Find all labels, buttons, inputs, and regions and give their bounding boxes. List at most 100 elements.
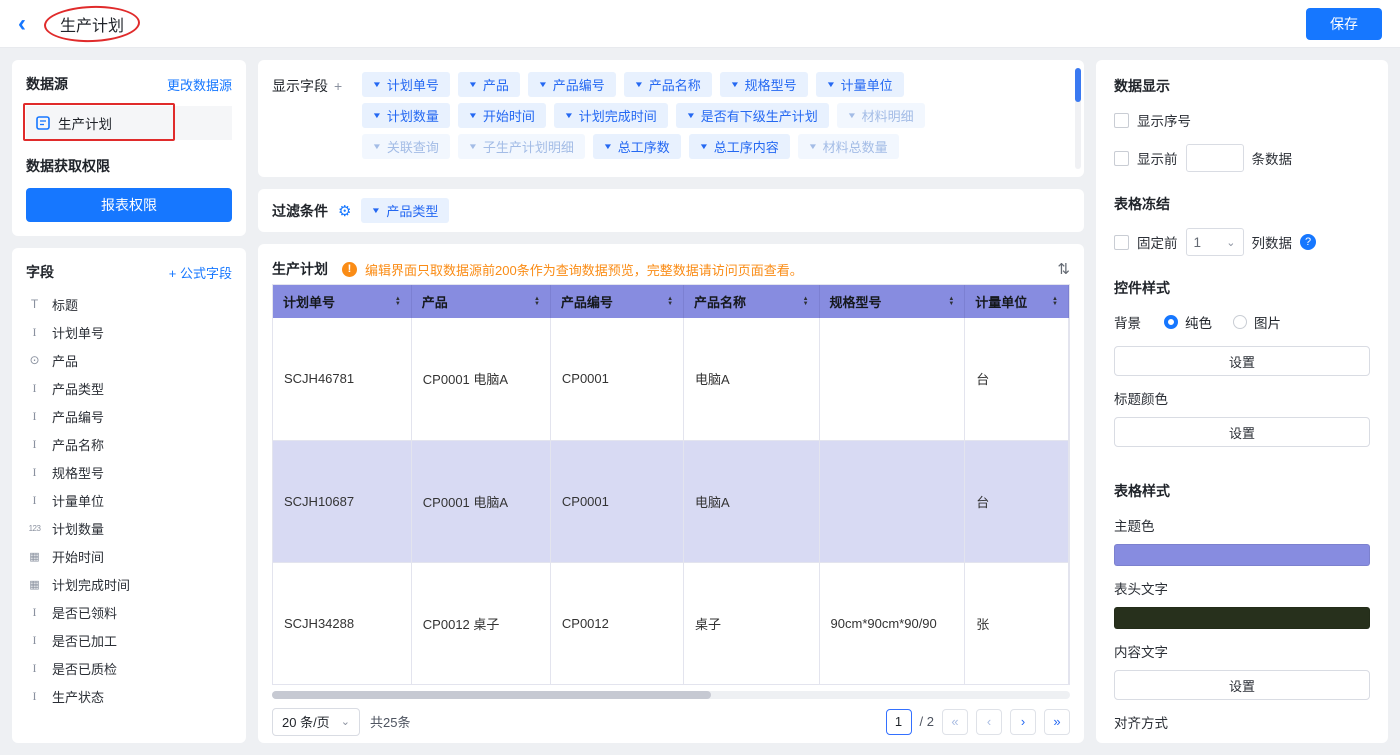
field-item[interactable]: I 产品类型 <box>26 374 232 402</box>
solid-color-radio[interactable] <box>1164 315 1178 329</box>
text-field-icon: I <box>26 381 43 396</box>
row-count-input[interactable] <box>1186 144 1244 172</box>
sort-caret-icon[interactable]: ▲▼ <box>948 297 954 307</box>
display-field-chip[interactable]: ▼材料明细 <box>837 103 925 128</box>
column-header[interactable]: 计划单号 ▲▼ <box>273 285 411 318</box>
display-field-chip[interactable]: ▼计划单号 <box>362 72 450 97</box>
help-icon[interactable]: ? <box>1300 234 1316 250</box>
column-header[interactable]: 产品名称▲▼ <box>684 285 820 318</box>
image-radio[interactable] <box>1233 315 1247 329</box>
last-page-button[interactable]: » <box>1044 709 1070 735</box>
save-button[interactable]: 保存 <box>1306 8 1382 40</box>
datasource-item[interactable]: 生产计划 <box>26 106 232 140</box>
field-item[interactable]: I是否已质检 <box>26 654 232 682</box>
field-item-label: 产品类型 <box>52 379 104 398</box>
header-text-color-swatch[interactable] <box>1114 607 1370 629</box>
page-size-select[interactable]: 20 条/页 ⌄ <box>272 708 360 736</box>
sort-caret-icon[interactable]: ▲▼ <box>395 297 401 307</box>
field-item-label: 产品编号 <box>52 407 104 426</box>
prev-page-button[interactable]: ‹ <box>976 709 1002 735</box>
display-field-chip[interactable]: ▼子生产计划明细 <box>458 134 585 159</box>
table-row[interactable]: SCJH46781CP0001 电脑ACP0001电脑A台 <box>273 318 1069 440</box>
field-item[interactable]: I生产状态 <box>26 682 232 710</box>
field-item[interactable]: 123计划数量 <box>26 514 232 542</box>
field-item[interactable]: ▦计划完成时间 <box>26 570 232 598</box>
field-item[interactable]: ⊙产品 <box>26 346 232 374</box>
table-cell: CP0012 桌子 <box>411 562 550 684</box>
field-item-label: 规格型号 <box>52 463 104 482</box>
chevron-down-icon: ▼ <box>538 80 548 89</box>
chevron-down-icon: ▼ <box>371 206 381 215</box>
display-field-chip[interactable]: ▼规格型号 <box>720 72 808 97</box>
table-row[interactable]: SCJH10687CP0001 电脑ACP0001电脑A台 <box>273 440 1069 562</box>
sort-caret-icon[interactable]: ▲▼ <box>1052 297 1058 307</box>
text-field-icon: I <box>26 605 43 620</box>
display-field-chip[interactable]: ▼产品类型 <box>361 198 449 223</box>
column-label: 计划单号 <box>283 292 335 311</box>
next-page-button[interactable]: › <box>1010 709 1036 735</box>
sort-caret-icon[interactable]: ▲▼ <box>667 297 673 307</box>
display-field-chip[interactable]: ▼计划数量 <box>362 103 450 128</box>
display-field-chip[interactable]: ▼是否有下级生产计划 <box>676 103 829 128</box>
filter-panel: 过滤条件 ⚙ ▼产品类型 <box>258 189 1084 232</box>
column-header[interactable]: 规格型号▲▼ <box>819 285 965 318</box>
add-display-field-button[interactable]: + <box>334 78 342 94</box>
table-row[interactable]: SCJH34288CP0012 桌子CP0012桌子90cm*90cm*90/9… <box>273 562 1069 684</box>
column-header[interactable]: 计量单位▲▼ <box>965 285 1069 318</box>
freeze-checkbox[interactable] <box>1114 235 1129 250</box>
display-field-chip[interactable]: ▼计划完成时间 <box>554 103 668 128</box>
field-item-label: 是否已加工 <box>52 631 117 650</box>
chevron-down-icon: ▼ <box>372 80 382 89</box>
field-item[interactable]: ▦开始时间 <box>26 542 232 570</box>
column-header[interactable]: 产品▲▼ <box>411 285 550 318</box>
display-field-chip[interactable]: ▼材料总数量 <box>798 134 899 159</box>
background-set-button[interactable]: 设置 <box>1114 346 1370 376</box>
first-page-button[interactable]: « <box>942 709 968 735</box>
change-datasource-link[interactable]: 更改数据源 <box>167 75 232 94</box>
field-item[interactable]: T标题 <box>26 290 232 318</box>
chip-row: ▼计划数量 ▼开始时间 ▼计划完成时间 ▼是否有下级生产计划 ▼材料明细 <box>362 103 1060 128</box>
field-item[interactable]: I产品名称 <box>26 430 232 458</box>
total-count: 共25条 <box>370 712 410 731</box>
fields-header: 字段 + 公式字段 <box>26 262 232 282</box>
freeze-count-select[interactable]: 1 ⌄ <box>1186 228 1244 256</box>
column-header[interactable]: 产品编号▲▼ <box>550 285 683 318</box>
horizontal-scrollbar-thumb[interactable] <box>272 691 711 699</box>
field-item-label: 产品名称 <box>52 435 104 454</box>
field-item[interactable]: I规格型号 <box>26 458 232 486</box>
chips-scrollbar-thumb[interactable] <box>1075 68 1081 102</box>
field-item[interactable]: I是否已领料 <box>26 598 232 626</box>
display-field-chip[interactable]: ▼产品 <box>458 72 520 97</box>
field-item[interactable]: I计划单号 <box>26 318 232 346</box>
column-header-inner: 产品名称▲▼ <box>694 292 809 311</box>
display-field-chip[interactable]: ▼产品名称 <box>624 72 712 97</box>
field-item[interactable]: I是否已加工 <box>26 626 232 654</box>
current-page[interactable]: 1 <box>886 709 912 735</box>
chips-scrollbar[interactable] <box>1075 68 1081 169</box>
display-field-chip[interactable]: ▼总工序数 <box>593 134 681 159</box>
field-item[interactable]: I计量单位 <box>26 486 232 514</box>
sort-caret-icon[interactable]: ▲▼ <box>534 297 540 307</box>
display-field-chip[interactable]: ▼产品编号 <box>528 72 616 97</box>
sort-order-icon[interactable]: ⇅ <box>1057 260 1070 278</box>
horizontal-scrollbar[interactable] <box>272 691 1070 699</box>
display-field-chip[interactable]: ▼计量单位 <box>816 72 904 97</box>
formula-field-link[interactable]: + 公式字段 <box>169 263 232 282</box>
chip-label: 材料明细 <box>862 106 914 125</box>
display-field-chip[interactable]: ▼开始时间 <box>458 103 546 128</box>
display-field-chip[interactable]: ▼总工序内容 <box>689 134 790 159</box>
content-text-set-button[interactable]: 设置 <box>1114 670 1370 700</box>
table-cell: 90cm*90cm*90/90 <box>819 562 965 684</box>
gear-icon[interactable]: ⚙ <box>338 202 351 220</box>
datasource-header: 数据源 更改数据源 <box>26 74 232 94</box>
show-first-checkbox[interactable] <box>1114 151 1129 166</box>
report-permission-button[interactable]: 报表权限 <box>26 188 232 222</box>
sort-caret-icon[interactable]: ▲▼ <box>803 297 809 307</box>
title-color-set-button[interactable]: 设置 <box>1114 417 1370 447</box>
show-index-checkbox[interactable] <box>1114 113 1129 128</box>
back-icon[interactable]: ‹ <box>18 12 26 36</box>
chip-label: 材料总数量 <box>823 137 888 156</box>
field-item[interactable]: I产品编号 <box>26 402 232 430</box>
display-field-chip[interactable]: ▼关联查询 <box>362 134 450 159</box>
theme-color-swatch[interactable] <box>1114 544 1370 566</box>
